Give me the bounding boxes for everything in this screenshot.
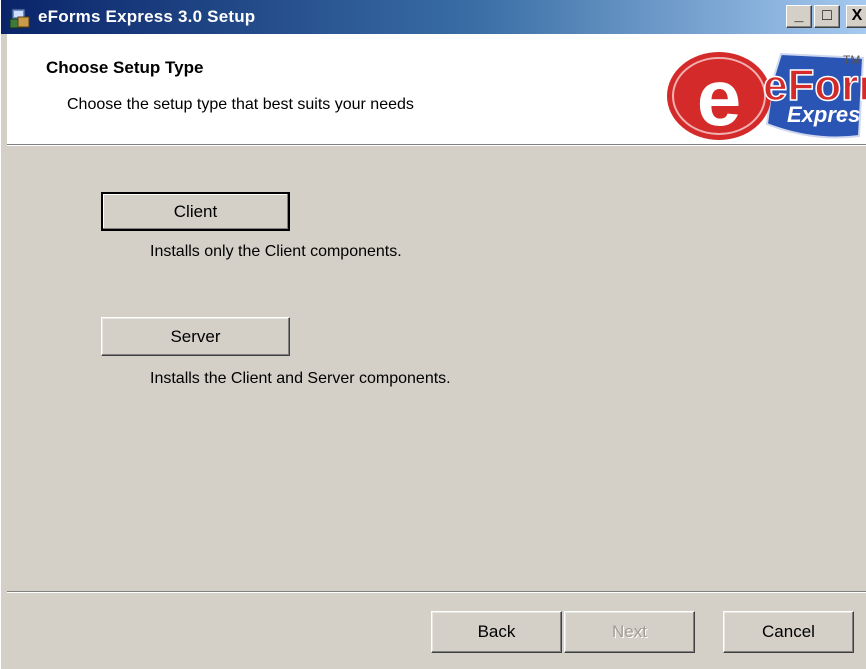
close-icon: X — [851, 7, 863, 24]
svg-text:Express: Express — [787, 102, 866, 127]
maximize-icon: □ — [822, 7, 832, 24]
footer-divider-highlight — [7, 592, 866, 593]
next-button[interactable]: Next — [564, 611, 695, 653]
page-subtitle: Choose the setup type that best suits yo… — [67, 96, 414, 113]
server-setup-button[interactable]: Server — [101, 317, 290, 356]
client-description: Installs only the Client components. — [150, 243, 402, 260]
page-title: Choose Setup Type — [46, 58, 204, 77]
setup-app-icon — [9, 8, 30, 29]
svg-text:e: e — [697, 53, 742, 142]
server-description: Installs the Client and Server component… — [150, 370, 451, 387]
title-bar[interactable]: eForms Express 3.0 Setup _ □ X — [1, 0, 866, 34]
close-button[interactable]: X — [846, 5, 866, 28]
minimize-icon: _ — [794, 7, 804, 24]
back-button[interactable]: Back — [431, 611, 562, 653]
setup-window: eForms Express 3.0 Setup _ □ X Choose Se… — [0, 0, 866, 669]
eforms-express-logo: e eForms Express TM — [667, 52, 866, 142]
cancel-button[interactable]: Cancel — [723, 611, 854, 653]
maximize-button[interactable]: □ — [814, 5, 840, 28]
minimize-button[interactable]: _ — [786, 5, 812, 28]
svg-text:TM: TM — [843, 53, 860, 67]
client-setup-button[interactable]: Client — [101, 192, 290, 231]
window-title: eForms Express 3.0 Setup — [38, 7, 256, 26]
header-divider-highlight — [7, 145, 866, 146]
